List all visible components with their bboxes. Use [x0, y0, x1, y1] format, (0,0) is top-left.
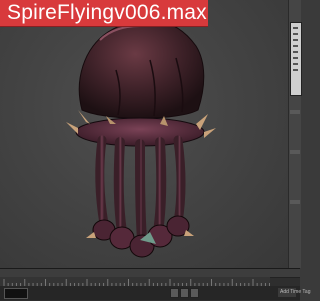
maxscript-listener-box[interactable] [4, 288, 28, 299]
list-item[interactable] [293, 45, 298, 47]
spire-flying-creature-model[interactable] [0, 0, 288, 268]
list-item[interactable] [293, 57, 298, 59]
file-title-banner: SpireFlyingv006.max [0, 0, 208, 27]
rollout-header[interactable] [290, 200, 300, 204]
rollout-header[interactable] [290, 150, 300, 154]
add-time-tag-button[interactable]: Add Time Tag [278, 288, 310, 297]
add-time-tag-label: Add Time Tag [280, 289, 311, 295]
command-panel-list[interactable] [290, 22, 302, 96]
status-tools [170, 288, 210, 298]
selection-icon[interactable] [180, 288, 189, 298]
rollout-header[interactable] [290, 110, 300, 114]
lock-icon[interactable] [170, 288, 179, 298]
list-item[interactable] [293, 63, 298, 65]
list-item[interactable] [293, 39, 298, 41]
status-bar: Add Time Tag [0, 286, 310, 300]
list-item[interactable] [293, 51, 298, 53]
list-item[interactable] [293, 27, 298, 29]
list-item[interactable] [293, 69, 298, 71]
command-panel[interactable] [288, 0, 302, 268]
perspective-viewport[interactable] [0, 0, 288, 268]
file-title: SpireFlyingv006.max [7, 1, 207, 24]
list-item[interactable] [293, 33, 298, 35]
transform-icon[interactable] [190, 288, 199, 298]
